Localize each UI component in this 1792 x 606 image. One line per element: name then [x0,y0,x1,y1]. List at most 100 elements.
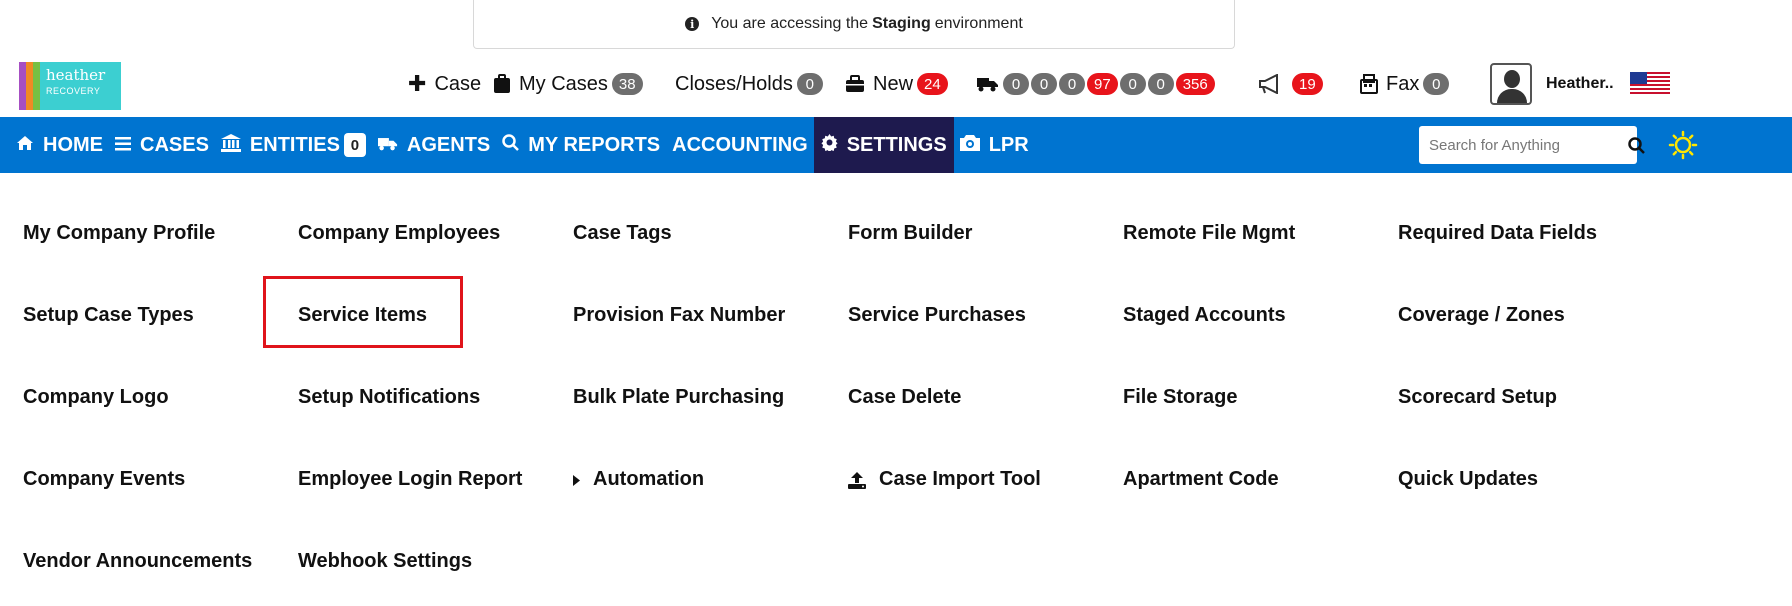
plus-icon: ✚ [408,71,427,96]
nav-cases-label: CASES [140,133,209,156]
settings-link-coverage-zones[interactable]: Coverage / Zones [1398,292,1673,374]
truck-count-3[interactable]: 0 [1059,73,1085,95]
nav-home[interactable]: HOME [10,117,109,173]
new-count: 24 [917,73,948,95]
settings-link-service-items[interactable]: Service Items [298,292,573,374]
user-menu[interactable]: Heather.. [1490,63,1670,105]
clipboard-icon [493,74,511,94]
nav-entities-label: ENTITIES [249,133,340,156]
avatar [1490,63,1532,105]
settings-link-quick-updates[interactable]: Quick Updates [1398,456,1673,538]
user-name: Heather.. [1546,75,1614,92]
truck-status-group[interactable]: 0 0 0 97 0 0 356 [977,64,1215,104]
banner-prefix: You are accessing the [711,15,869,32]
settings-link-case-tags[interactable]: Case Tags [573,210,848,292]
settings-link-provision-fax-number[interactable]: Provision Fax Number [573,292,848,374]
nav-entities[interactable]: ENTITIES 0 [215,117,372,173]
truck-count-6[interactable]: 0 [1147,73,1174,95]
main-nav: HOME CASES ENTITIES 0 AGENTS MY REPORTS … [0,117,1792,173]
settings-link-bulk-plate-purchasing[interactable]: Bulk Plate Purchasing [573,374,848,456]
nav-my-reports[interactable]: MY REPORTS [496,117,666,173]
fax-label: Fax [1386,72,1420,95]
nav-home-label: HOME [43,133,103,156]
search-icon[interactable] [1628,136,1645,154]
fax-count: 0 [1423,73,1450,95]
nav-settings-label: SETTINGS [846,133,947,156]
settings-link-service-purchases[interactable]: Service Purchases [848,292,1123,374]
truck-icon [977,76,999,92]
nav-settings[interactable]: SETTINGS [813,117,954,173]
settings-link-setup-notifications[interactable]: Setup Notifications [298,374,573,456]
nav-accounting[interactable]: ACCOUNTING [666,117,814,173]
closes-holds-count: 0 [796,73,823,95]
nav-lpr[interactable]: LPR [954,117,1035,173]
fax-button[interactable]: Fax 0 [1360,64,1450,104]
banner-suffix: environment [934,15,1023,32]
staging-banner: i You are accessing the Staging environm… [473,0,1235,49]
new-label: New [873,72,914,95]
announcements-count: 19 [1292,73,1323,95]
case-import-tool-label: Case Import Tool [879,468,1041,490]
settings-link-required-data-fields[interactable]: Required Data Fields [1398,210,1673,292]
truck-count-2[interactable]: 0 [1031,73,1057,95]
my-cases-button[interactable]: My Cases 38 [493,64,643,104]
truck-count-4[interactable]: 97 [1087,73,1118,95]
settings-link-company-events[interactable]: Company Events [23,456,298,538]
settings-link-webhook-settings[interactable]: Webhook Settings [298,538,573,606]
announcements-button[interactable]: 19 [1258,64,1323,104]
nav-my-reports-label: MY REPORTS [528,133,661,156]
settings-link-file-storage[interactable]: File Storage [1123,374,1398,456]
settings-grid: My Company Profile Company Employees Cas… [23,210,1773,606]
caret-right-icon [573,468,580,492]
search-input[interactable] [1419,126,1628,164]
sun-icon[interactable] [1668,130,1698,160]
settings-link-remote-file-mgmt[interactable]: Remote File Mgmt [1123,210,1398,292]
nav-lpr-label: LPR [988,133,1029,156]
nav-cases[interactable]: CASES [109,117,215,173]
list-icon [115,135,131,156]
truck-count-7[interactable]: 356 [1175,73,1215,95]
top-status-bar: ✚ Case My Cases 38 Closes/Holds 0 New 24… [0,63,1792,105]
settings-link-scorecard-setup[interactable]: Scorecard Setup [1398,374,1673,456]
settings-link-case-delete[interactable]: Case Delete [848,374,1123,456]
settings-link-company-logo[interactable]: Company Logo [23,374,298,456]
search-icon [502,134,520,156]
settings-link-setup-case-types[interactable]: Setup Case Types [23,292,298,374]
new-button[interactable]: New 24 [845,64,948,104]
my-cases-label: My Cases [519,72,608,95]
settings-link-staged-accounts[interactable]: Staged Accounts [1123,292,1398,374]
settings-link-company-employees[interactable]: Company Employees [298,210,573,292]
new-case-button[interactable]: ✚ Case [408,64,481,104]
automation-label: Automation [593,468,705,490]
truck-icon [377,135,398,156]
settings-link-apartment-code[interactable]: Apartment Code [1123,456,1398,538]
fax-icon [1360,74,1378,94]
megaphone-icon [1258,74,1284,94]
home-icon [16,135,34,156]
settings-link-form-builder[interactable]: Form Builder [848,210,1123,292]
closes-holds-label: Closes/Holds [675,72,793,95]
nav-agents[interactable]: AGENTS [372,117,496,173]
briefcase-icon [845,75,865,93]
my-cases-count: 38 [611,73,643,95]
banner-env: Staging [872,15,931,32]
truck-count-1[interactable]: 0 [1003,73,1029,95]
settings-link-my-company-profile[interactable]: My Company Profile [23,210,298,292]
settings-link-automation[interactable]: Automation [573,456,848,538]
settings-link-case-import-tool[interactable]: Case Import Tool [848,456,1123,538]
gear-icon [821,134,838,156]
camera-icon [959,134,980,156]
info-circle-icon: i [685,17,700,31]
settings-link-vendor-announcements[interactable]: Vendor Announcements [23,538,298,606]
closes-holds-button[interactable]: Closes/Holds 0 [675,64,823,104]
upload-icon [848,468,866,492]
nav-agents-label: AGENTS [406,133,491,156]
settings-link-employee-login-report[interactable]: Employee Login Report [298,456,573,538]
truck-count-5[interactable]: 0 [1119,73,1146,95]
global-search [1419,126,1645,164]
nav-accounting-label: ACCOUNTING [672,133,808,156]
bank-icon [220,133,241,157]
entities-count: 0 [343,133,366,157]
us-flag-icon[interactable] [1629,72,1670,96]
new-case-label: Case [434,72,482,95]
